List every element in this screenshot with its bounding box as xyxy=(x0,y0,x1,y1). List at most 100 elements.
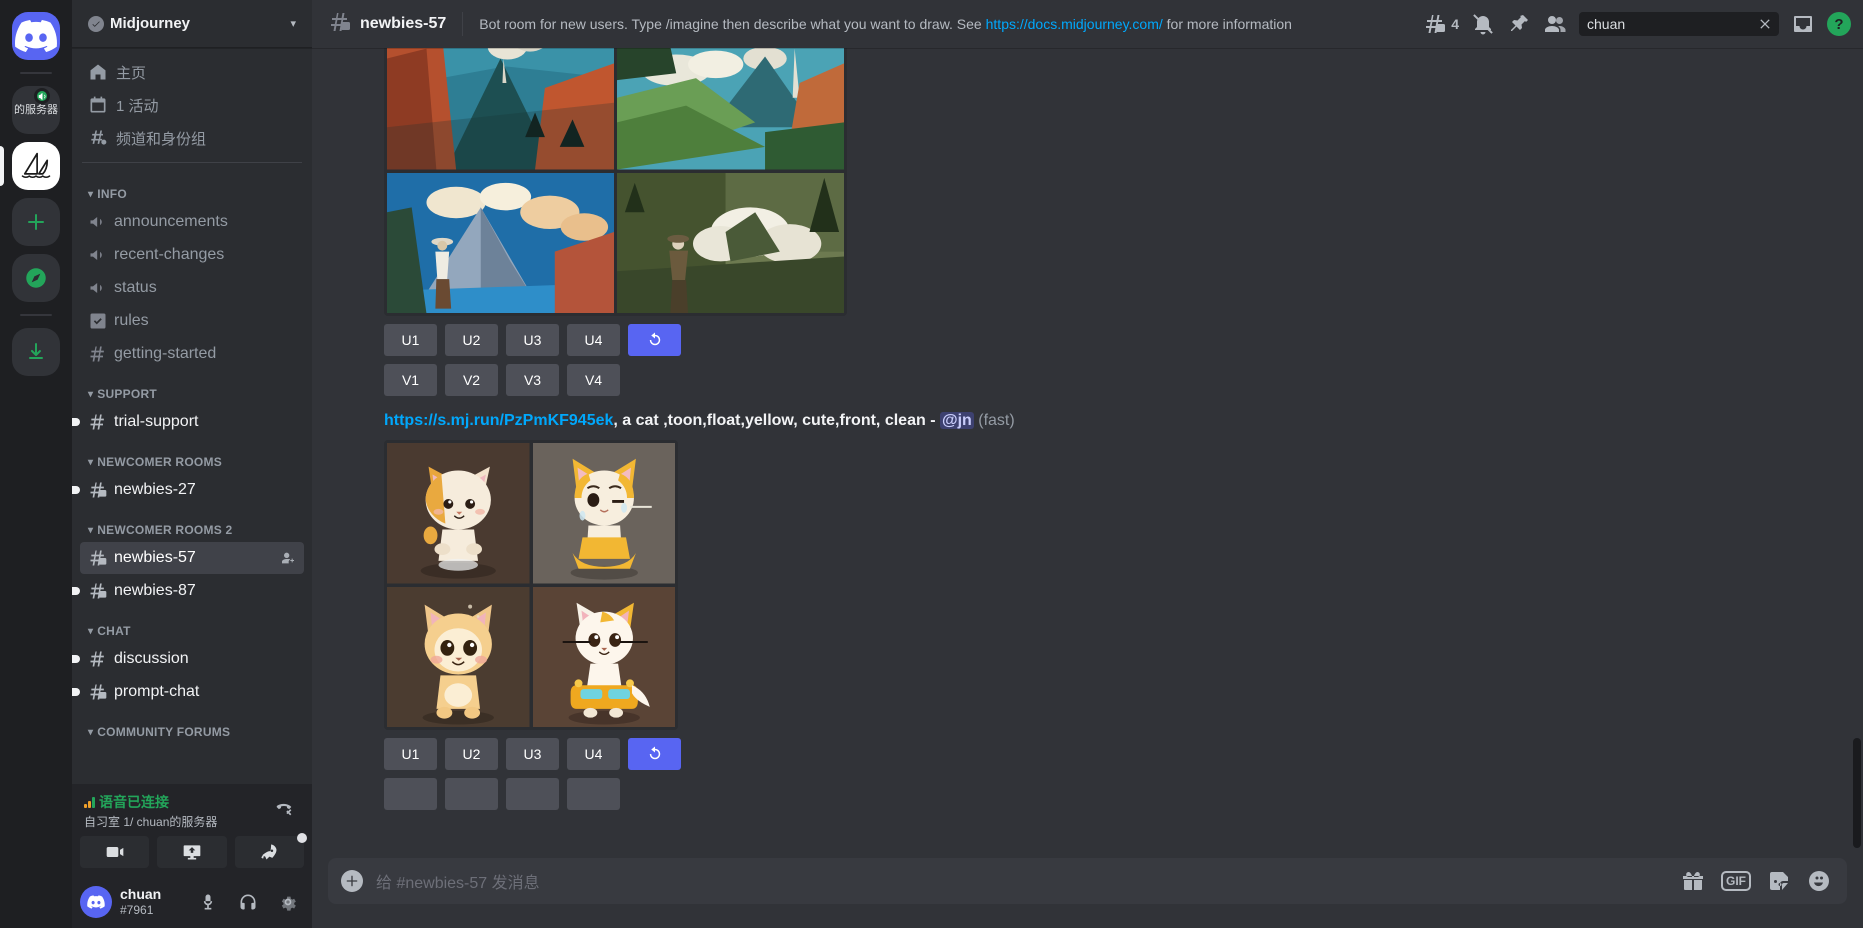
variation-v2-button[interactable]: V2 xyxy=(445,364,498,396)
announcement-icon xyxy=(88,212,108,232)
gif-button[interactable]: GIF xyxy=(1721,871,1751,891)
channel-name: status xyxy=(114,279,157,296)
generated-cat-image-1[interactable] xyxy=(387,443,530,584)
mute-microphone-button[interactable] xyxy=(192,886,224,918)
user-settings-button[interactable] xyxy=(272,886,304,918)
image-grid[interactable] xyxy=(384,48,847,316)
generated-cat-image-3[interactable] xyxy=(387,586,530,728)
download-apps-button[interactable] xyxy=(12,328,60,376)
activities-button[interactable] xyxy=(234,833,307,868)
channel-discussion[interactable]: discussion xyxy=(72,643,304,675)
prompt-dash: - xyxy=(930,412,936,429)
sticker-button[interactable] xyxy=(1767,869,1791,893)
category-newcomer-rooms[interactable]: ▾ NEWCOMER ROOMS xyxy=(72,439,312,473)
gift-button[interactable] xyxy=(1681,869,1705,893)
upscale-u1-button[interactable]: U1 xyxy=(384,738,437,770)
reroll-button[interactable] xyxy=(628,738,681,770)
notification-settings-button[interactable] xyxy=(1467,8,1499,40)
attach-button[interactable] xyxy=(328,859,376,903)
channel-topic[interactable]: Bot room for new users. Type /imagine th… xyxy=(479,16,1411,32)
upscale-u3-button[interactable]: U3 xyxy=(506,738,559,770)
image-grid[interactable] xyxy=(384,440,678,730)
user-panel: chuan #7961 xyxy=(72,876,312,928)
generated-image-2[interactable] xyxy=(617,48,844,170)
help-button[interactable]: ? xyxy=(1823,8,1855,40)
deafen-headset-button[interactable] xyxy=(232,886,264,918)
unread-indicator xyxy=(72,587,80,595)
screen-share-button[interactable] xyxy=(157,836,227,868)
generated-image-4[interactable] xyxy=(617,172,844,314)
prompt-source-link[interactable]: https://s.mj.run/PzPmKF945ek xyxy=(384,412,613,429)
message-list[interactable]: U1 U2 U3 U4 V1 V2 V3 V4 https://s.mj.run… xyxy=(312,48,1863,858)
variation-v2-button[interactable] xyxy=(445,778,498,810)
message-composer[interactable]: 给 #newbies-57 发消息 GIF xyxy=(328,858,1847,904)
channel-announcements[interactable]: announcements xyxy=(80,206,304,238)
search-box[interactable] xyxy=(1579,12,1779,36)
channel-recent-changes[interactable]: recent-changes xyxy=(80,239,304,271)
generated-image-1[interactable] xyxy=(387,48,614,170)
upscale-u4-button[interactable]: U4 xyxy=(567,324,620,356)
member-list-button[interactable] xyxy=(1539,8,1571,40)
upscale-u3-button[interactable]: U3 xyxy=(506,324,559,356)
variation-v3-button[interactable]: V3 xyxy=(506,364,559,396)
category-caret-icon: ▾ xyxy=(88,456,94,468)
user-info[interactable]: chuan #7961 xyxy=(120,886,184,917)
channel-prompt-chat[interactable]: prompt-chat xyxy=(72,676,304,708)
discord-home-button[interactable] xyxy=(12,12,60,60)
search-input[interactable] xyxy=(1587,16,1757,32)
variation-v4-button[interactable]: V4 xyxy=(567,364,620,396)
video-camera-button[interactable] xyxy=(80,836,150,868)
generated-cat-image-4[interactable] xyxy=(532,586,676,728)
variation-v4-button[interactable] xyxy=(567,778,620,810)
avatar[interactable] xyxy=(80,886,112,918)
composer-icons: GIF xyxy=(1681,869,1831,893)
upscale-u4-button[interactable]: U4 xyxy=(567,738,620,770)
upscale-u2-button[interactable]: U2 xyxy=(445,738,498,770)
reroll-button[interactable] xyxy=(628,324,681,356)
clear-search-icon[interactable] xyxy=(1757,16,1773,32)
channel-getting-started[interactable]: getting-started xyxy=(80,338,304,370)
channel-name: prompt-chat xyxy=(114,683,200,700)
category-newcomer-rooms-2[interactable]: ▾ NEWCOMER ROOMS 2 xyxy=(72,507,312,541)
message-input[interactable]: 给 #newbies-57 发消息 xyxy=(376,858,1681,904)
category-chat[interactable]: ▾ CHAT xyxy=(72,608,312,642)
topic-link[interactable]: https://docs.midjourney.com/ xyxy=(986,16,1163,32)
emoji-button[interactable] xyxy=(1807,869,1831,893)
unread-indicator xyxy=(72,418,80,426)
channel-newbies-27[interactable]: newbies-27 xyxy=(72,474,304,506)
message-scrollbar[interactable] xyxy=(1853,738,1861,848)
sidebar-nav-home[interactable]: 主页 xyxy=(80,56,304,88)
sidebar-nav-events[interactable]: 1 活动 xyxy=(80,89,304,121)
server-icon-midjourney[interactable] xyxy=(12,142,60,190)
upscale-u2-button[interactable]: U2 xyxy=(445,324,498,356)
variation-v3-button[interactable] xyxy=(506,778,559,810)
server-header-dropdown[interactable]: Midjourney ▾ xyxy=(72,0,312,48)
create-invite-icon[interactable] xyxy=(280,550,296,566)
category-info[interactable]: ▾ INFO xyxy=(72,171,312,205)
pinned-messages-button[interactable] xyxy=(1503,8,1535,40)
explore-servers-button[interactable] xyxy=(12,254,60,302)
threads-button[interactable]: 4 xyxy=(1419,8,1463,40)
variation-v1-button[interactable]: V1 xyxy=(384,364,437,396)
rules-icon xyxy=(88,311,108,331)
hash-thread-icon xyxy=(88,682,108,702)
upscale-u1-button[interactable]: U1 xyxy=(384,324,437,356)
pin-icon xyxy=(1511,15,1528,31)
channel-status[interactable]: status xyxy=(80,272,304,304)
user-mention[interactable]: @jn xyxy=(939,412,974,429)
sidebar-item-newbies-57[interactable]: newbies-57 xyxy=(80,542,304,574)
inbox-button[interactable] xyxy=(1787,8,1819,40)
category-community-forums[interactable]: ▾ COMMUNITY FORUMS xyxy=(72,709,312,743)
channel-list-scroll[interactable]: 主页 1 活动 频道和身份组 ▾ INFO announcements rece… xyxy=(72,48,312,784)
category-support[interactable]: ▾ SUPPORT xyxy=(72,371,312,405)
add-server-button[interactable] xyxy=(12,198,60,246)
generated-cat-image-2[interactable] xyxy=(532,443,676,584)
channel-rules[interactable]: rules xyxy=(80,305,304,337)
sidebar-nav-channels-roles[interactable]: 频道和身份组 xyxy=(80,122,304,154)
channel-trial-support[interactable]: trial-support xyxy=(72,406,304,438)
variation-v1-button[interactable] xyxy=(384,778,437,810)
channel-newbies-87[interactable]: newbies-87 xyxy=(72,575,304,607)
server-icon-my-server[interactable]: 的服务器 xyxy=(12,86,60,134)
generated-image-3[interactable] xyxy=(387,172,614,314)
disconnect-call-button[interactable] xyxy=(268,792,300,824)
